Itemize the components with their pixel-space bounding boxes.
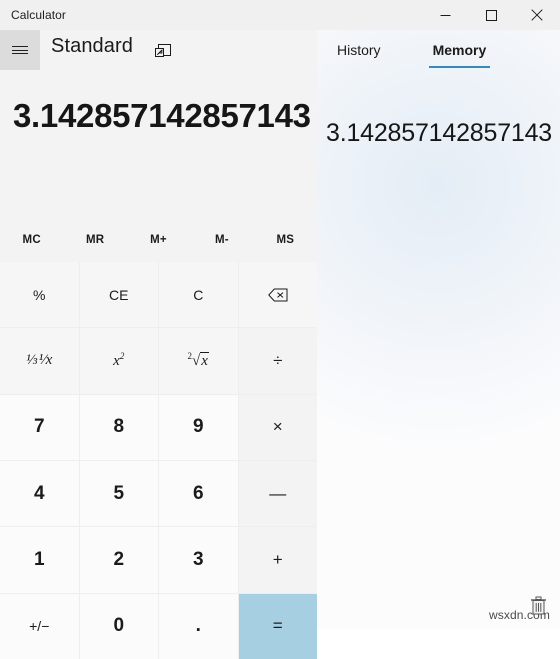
keep-on-top-icon bbox=[154, 43, 171, 57]
calculator-window: Calculator Standard 3.142857142857143 MC… bbox=[0, 0, 560, 659]
clear-entry-label: CE bbox=[109, 286, 129, 303]
trash-icon bbox=[531, 596, 546, 615]
decimal-label: . bbox=[195, 615, 201, 637]
subtract-button[interactable]: — bbox=[238, 461, 317, 527]
four-label: 4 bbox=[33, 482, 45, 504]
nine-label: 9 bbox=[192, 416, 204, 438]
six-label: 6 bbox=[192, 482, 204, 504]
nine-button[interactable]: 9 bbox=[159, 394, 238, 460]
display-value: 3.142857142857143 bbox=[13, 97, 311, 134]
two-label: 2 bbox=[113, 548, 125, 570]
eight-button[interactable]: 8 bbox=[79, 394, 158, 460]
negate-label: +/− bbox=[29, 618, 50, 635]
negate-button[interactable]: +/− bbox=[0, 593, 79, 659]
minimize-icon bbox=[440, 14, 450, 16]
five-button[interactable]: 5 bbox=[79, 461, 158, 527]
one-label: 1 bbox=[33, 548, 45, 570]
backspace-icon bbox=[267, 288, 288, 302]
title-bar: Calculator bbox=[0, 0, 560, 30]
eight-label: 8 bbox=[113, 416, 125, 438]
window-title: Calculator bbox=[11, 8, 67, 22]
square-root-button[interactable]: 2√x bbox=[159, 328, 238, 394]
tab-history[interactable]: History bbox=[333, 40, 385, 68]
tab-selected-indicator bbox=[428, 65, 491, 68]
memory-store-button[interactable]: MS bbox=[254, 226, 317, 253]
divide-label: ÷ bbox=[273, 350, 283, 370]
memory-add-button[interactable]: M+ bbox=[127, 226, 190, 253]
seven-button[interactable]: 7 bbox=[0, 394, 79, 460]
tab-history-label: History bbox=[337, 42, 381, 58]
multiply-label: × bbox=[272, 417, 283, 437]
close-button[interactable] bbox=[514, 0, 560, 30]
side-panel: History Memory 3.142857142857143 bbox=[317, 30, 560, 629]
four-button[interactable]: 4 bbox=[0, 461, 79, 527]
memory-subtract-button[interactable]: M- bbox=[190, 226, 253, 253]
maximize-icon bbox=[485, 9, 497, 21]
square-label: x2 bbox=[113, 351, 125, 370]
tab-memory-label: Memory bbox=[432, 42, 487, 58]
calculator-mode-title: Standard bbox=[51, 35, 133, 57]
reciprocal-label: ⅓ ¹⁄x bbox=[26, 352, 53, 369]
divide-button[interactable]: ÷ bbox=[238, 328, 317, 394]
memory-list-item[interactable]: 3.142857142857143 bbox=[326, 119, 558, 148]
close-icon bbox=[531, 9, 543, 21]
equals-button[interactable]: = bbox=[238, 593, 317, 659]
square-button[interactable]: x2 bbox=[79, 328, 158, 394]
square-root-label: 2√x bbox=[187, 351, 209, 370]
three-button[interactable]: 3 bbox=[159, 527, 238, 593]
seven-label: 7 bbox=[33, 416, 45, 438]
keep-on-top-button[interactable] bbox=[150, 38, 176, 64]
add-button[interactable]: + bbox=[238, 527, 317, 593]
percent-label: % bbox=[33, 286, 46, 303]
minimize-button[interactable] bbox=[422, 0, 468, 30]
subtract-label: — bbox=[269, 483, 287, 503]
clear-entry-button[interactable]: CE bbox=[79, 262, 158, 328]
five-label: 5 bbox=[113, 482, 125, 504]
tab-memory[interactable]: Memory bbox=[428, 40, 491, 68]
hamburger-icon bbox=[12, 44, 28, 57]
maximize-button[interactable] bbox=[468, 0, 514, 30]
keypad: % CE C ⅓ ¹⁄x x2 2√x ÷ 7 8 9 × 4 5 6 — 1 … bbox=[0, 262, 317, 659]
percent-button[interactable]: % bbox=[0, 262, 79, 328]
navigation-row: Standard bbox=[0, 30, 317, 74]
side-panel-tabs: History Memory bbox=[317, 40, 560, 76]
calculator-display: 3.142857142857143 bbox=[0, 86, 317, 146]
memory-recall-button[interactable]: MR bbox=[63, 226, 126, 253]
six-button[interactable]: 6 bbox=[159, 461, 238, 527]
multiply-button[interactable]: × bbox=[238, 394, 317, 460]
memory-clear-button[interactable]: MC bbox=[0, 226, 63, 253]
three-label: 3 bbox=[192, 548, 204, 570]
backspace-button[interactable] bbox=[238, 262, 317, 328]
window-controls bbox=[422, 0, 560, 30]
clear-label: C bbox=[193, 286, 204, 303]
one-button[interactable]: 1 bbox=[0, 527, 79, 593]
equals-label: = bbox=[272, 616, 283, 636]
decimal-button[interactable]: . bbox=[159, 593, 238, 659]
two-button[interactable]: 2 bbox=[79, 527, 158, 593]
reciprocal-button[interactable]: ⅓ ¹⁄x bbox=[0, 328, 79, 394]
menu-button[interactable] bbox=[0, 30, 40, 70]
add-label: + bbox=[272, 549, 283, 569]
memory-button-row: MC MR M+ M- MS bbox=[0, 226, 317, 253]
zero-label: 0 bbox=[113, 615, 125, 637]
calculator-pane: Standard 3.142857142857143 MC MR M+ M- M… bbox=[0, 30, 317, 659]
zero-button[interactable]: 0 bbox=[79, 593, 158, 659]
clear-button[interactable]: C bbox=[159, 262, 238, 328]
